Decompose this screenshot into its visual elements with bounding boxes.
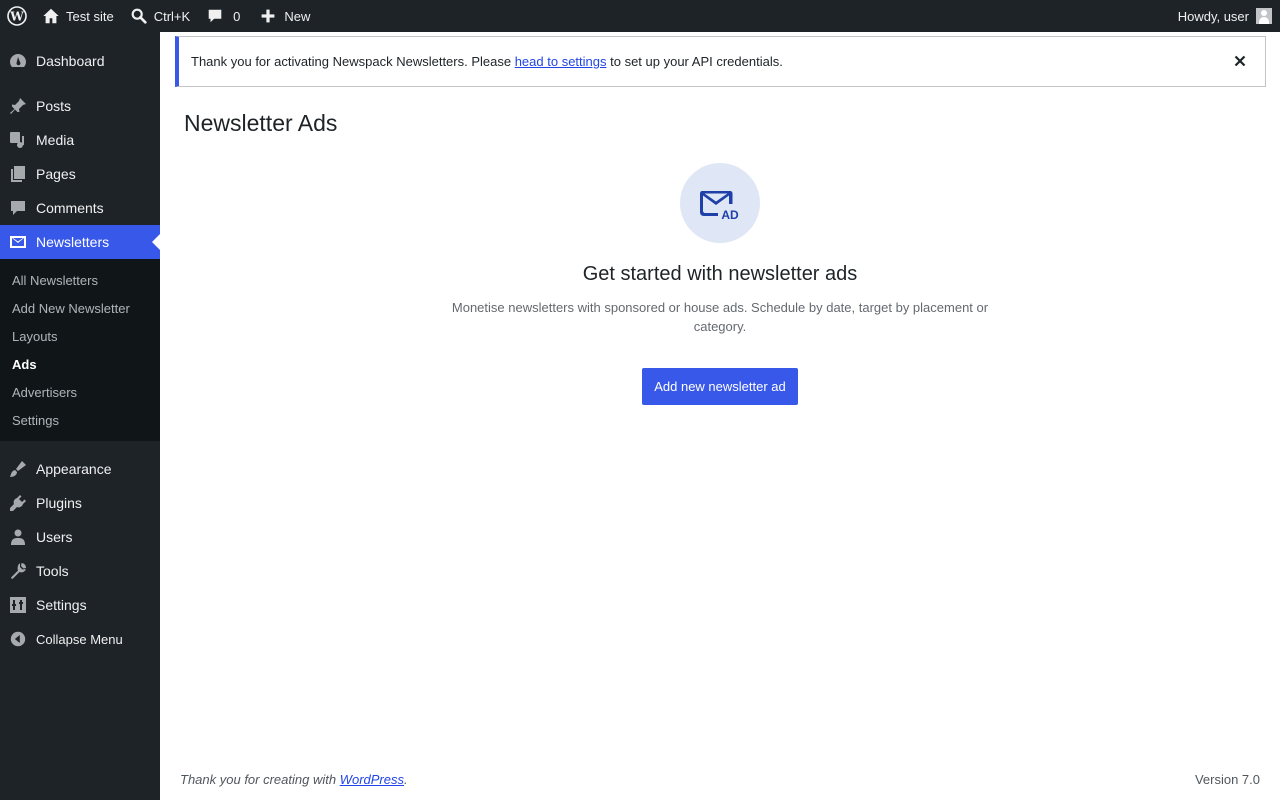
newsletter-ad-icon-circle: AD bbox=[680, 163, 760, 243]
sidebar-item-pages[interactable]: Pages bbox=[0, 157, 160, 191]
submenu-item-all-newsletters[interactable]: All Newsletters bbox=[0, 266, 160, 294]
home-icon bbox=[43, 8, 59, 24]
pin-icon bbox=[10, 98, 26, 114]
plugin-icon bbox=[10, 495, 26, 511]
ad-envelope-icon: AD bbox=[700, 191, 739, 221]
footer-version: Version 7.0 bbox=[1194, 772, 1260, 787]
dismiss-notice-button[interactable] bbox=[1231, 52, 1249, 70]
sidebar-item-label: Media bbox=[36, 132, 75, 148]
sidebar-item-label: Pages bbox=[36, 166, 76, 182]
avatar bbox=[1256, 8, 1272, 24]
sidebar-item-settings[interactable]: Settings bbox=[0, 588, 160, 622]
sidebar-item-label: Plugins bbox=[36, 495, 82, 511]
sidebar-item-label: Users bbox=[36, 529, 73, 545]
media-icon bbox=[10, 132, 24, 148]
submenu-item-add-new-newsletter[interactable]: Add New Newsletter bbox=[0, 294, 160, 322]
wrench-icon bbox=[11, 563, 26, 579]
comment-bubble-icon bbox=[208, 9, 222, 23]
wordpress-logo-icon: W bbox=[7, 6, 27, 26]
submenu-item-advertisers[interactable]: Advertisers bbox=[0, 378, 160, 406]
envelope-icon bbox=[10, 236, 26, 248]
wordpress-logo-button[interactable]: W bbox=[0, 0, 34, 32]
sidebar-item-posts[interactable]: Posts bbox=[0, 89, 160, 123]
sidebar-item-media[interactable]: Media bbox=[0, 123, 160, 157]
howdy-greeting: Howdy, user bbox=[1177, 8, 1249, 24]
sidebar-item-appearance[interactable]: Appearance bbox=[0, 452, 160, 486]
sidebar-item-label: Tools bbox=[36, 563, 69, 579]
empty-state-description: Monetise newsletters with sponsored or h… bbox=[451, 300, 989, 334]
footer-thanks: Thank you for creating with WordPress. bbox=[180, 772, 408, 787]
head-to-settings-link[interactable]: head to settings bbox=[515, 54, 607, 69]
close-icon bbox=[1234, 55, 1246, 67]
site-name-label: Test site bbox=[66, 8, 114, 24]
notice-text: Thank you for activating Newspack Newsle… bbox=[191, 54, 783, 69]
sidebar-item-label: Comments bbox=[36, 200, 104, 216]
sidebar-item-label: Newsletters bbox=[36, 234, 110, 250]
sidebar-item-label: Settings bbox=[36, 597, 87, 613]
sidebar-item-tools[interactable]: Tools bbox=[0, 554, 160, 588]
dashboard-icon bbox=[10, 54, 26, 67]
notice-text-after: to set up your API credentials. bbox=[606, 54, 783, 69]
sidebar-item-comments[interactable]: Comments bbox=[0, 191, 160, 225]
new-content-button[interactable]: New bbox=[252, 0, 318, 32]
comment-icon bbox=[11, 201, 25, 215]
sidebar-item-label: Posts bbox=[36, 98, 72, 114]
page-title: Newsletter Ads bbox=[184, 110, 338, 136]
collapse-menu-label: Collapse Menu bbox=[36, 631, 123, 647]
collapse-menu-button[interactable]: Collapse Menu bbox=[0, 622, 160, 656]
newsletters-submenu: All Newsletters Add New Newsletter Layou… bbox=[0, 259, 160, 441]
svg-text:W: W bbox=[9, 10, 24, 24]
site-name-link[interactable]: Test site bbox=[34, 0, 122, 32]
sidebar-item-label: Dashboard bbox=[36, 53, 105, 69]
sidebar-item-label: Appearance bbox=[36, 461, 112, 477]
main-content: Thank you for activating Newspack Newsle… bbox=[160, 32, 1280, 800]
empty-state: AD Get started with newsletter ads Monet… bbox=[160, 163, 1280, 405]
footer-text-after: . bbox=[404, 772, 408, 787]
sidebar-item-plugins[interactable]: Plugins bbox=[0, 486, 160, 520]
notice-text-before: Thank you for activating Newspack Newsle… bbox=[191, 54, 515, 69]
activation-notice: Thank you for activating Newspack Newsle… bbox=[175, 36, 1266, 87]
user-icon bbox=[11, 529, 25, 545]
pages-icon bbox=[11, 166, 25, 182]
wordpress-link[interactable]: WordPress bbox=[340, 772, 404, 787]
search-icon bbox=[131, 8, 147, 24]
sidebar-item-users[interactable]: Users bbox=[0, 520, 160, 554]
icon-ad-text: AD bbox=[721, 208, 739, 221]
command-palette-button[interactable]: Ctrl+K bbox=[122, 0, 198, 32]
comments-count: 0 bbox=[233, 8, 241, 24]
admin-bar: W Test site Ctrl+K 0 New Howdy, user bbox=[0, 0, 1280, 32]
admin-sidebar: Dashboard Posts Media Pages Comments New… bbox=[0, 32, 160, 800]
add-new-newsletter-ad-button[interactable]: Add new newsletter ad bbox=[642, 368, 798, 405]
user-account-menu[interactable]: Howdy, user bbox=[1170, 0, 1280, 32]
submenu-item-settings[interactable]: Settings bbox=[0, 406, 160, 434]
comments-link[interactable]: 0 bbox=[198, 0, 248, 32]
sidebar-item-newsletters[interactable]: Newsletters bbox=[0, 225, 160, 259]
submenu-item-ads[interactable]: Ads bbox=[0, 350, 160, 378]
plus-icon bbox=[262, 9, 275, 23]
search-shortcut-label: Ctrl+K bbox=[153, 8, 191, 24]
empty-state-heading: Get started with newsletter ads bbox=[582, 263, 858, 285]
brush-icon bbox=[10, 461, 26, 477]
sidebar-item-dashboard[interactable]: Dashboard bbox=[0, 44, 160, 78]
collapse-arrow-icon bbox=[10, 631, 26, 647]
submenu-item-layouts[interactable]: Layouts bbox=[0, 322, 160, 350]
settings-icon bbox=[10, 597, 26, 613]
new-label: New bbox=[284, 8, 311, 24]
footer-text-before: Thank you for creating with bbox=[180, 772, 340, 787]
